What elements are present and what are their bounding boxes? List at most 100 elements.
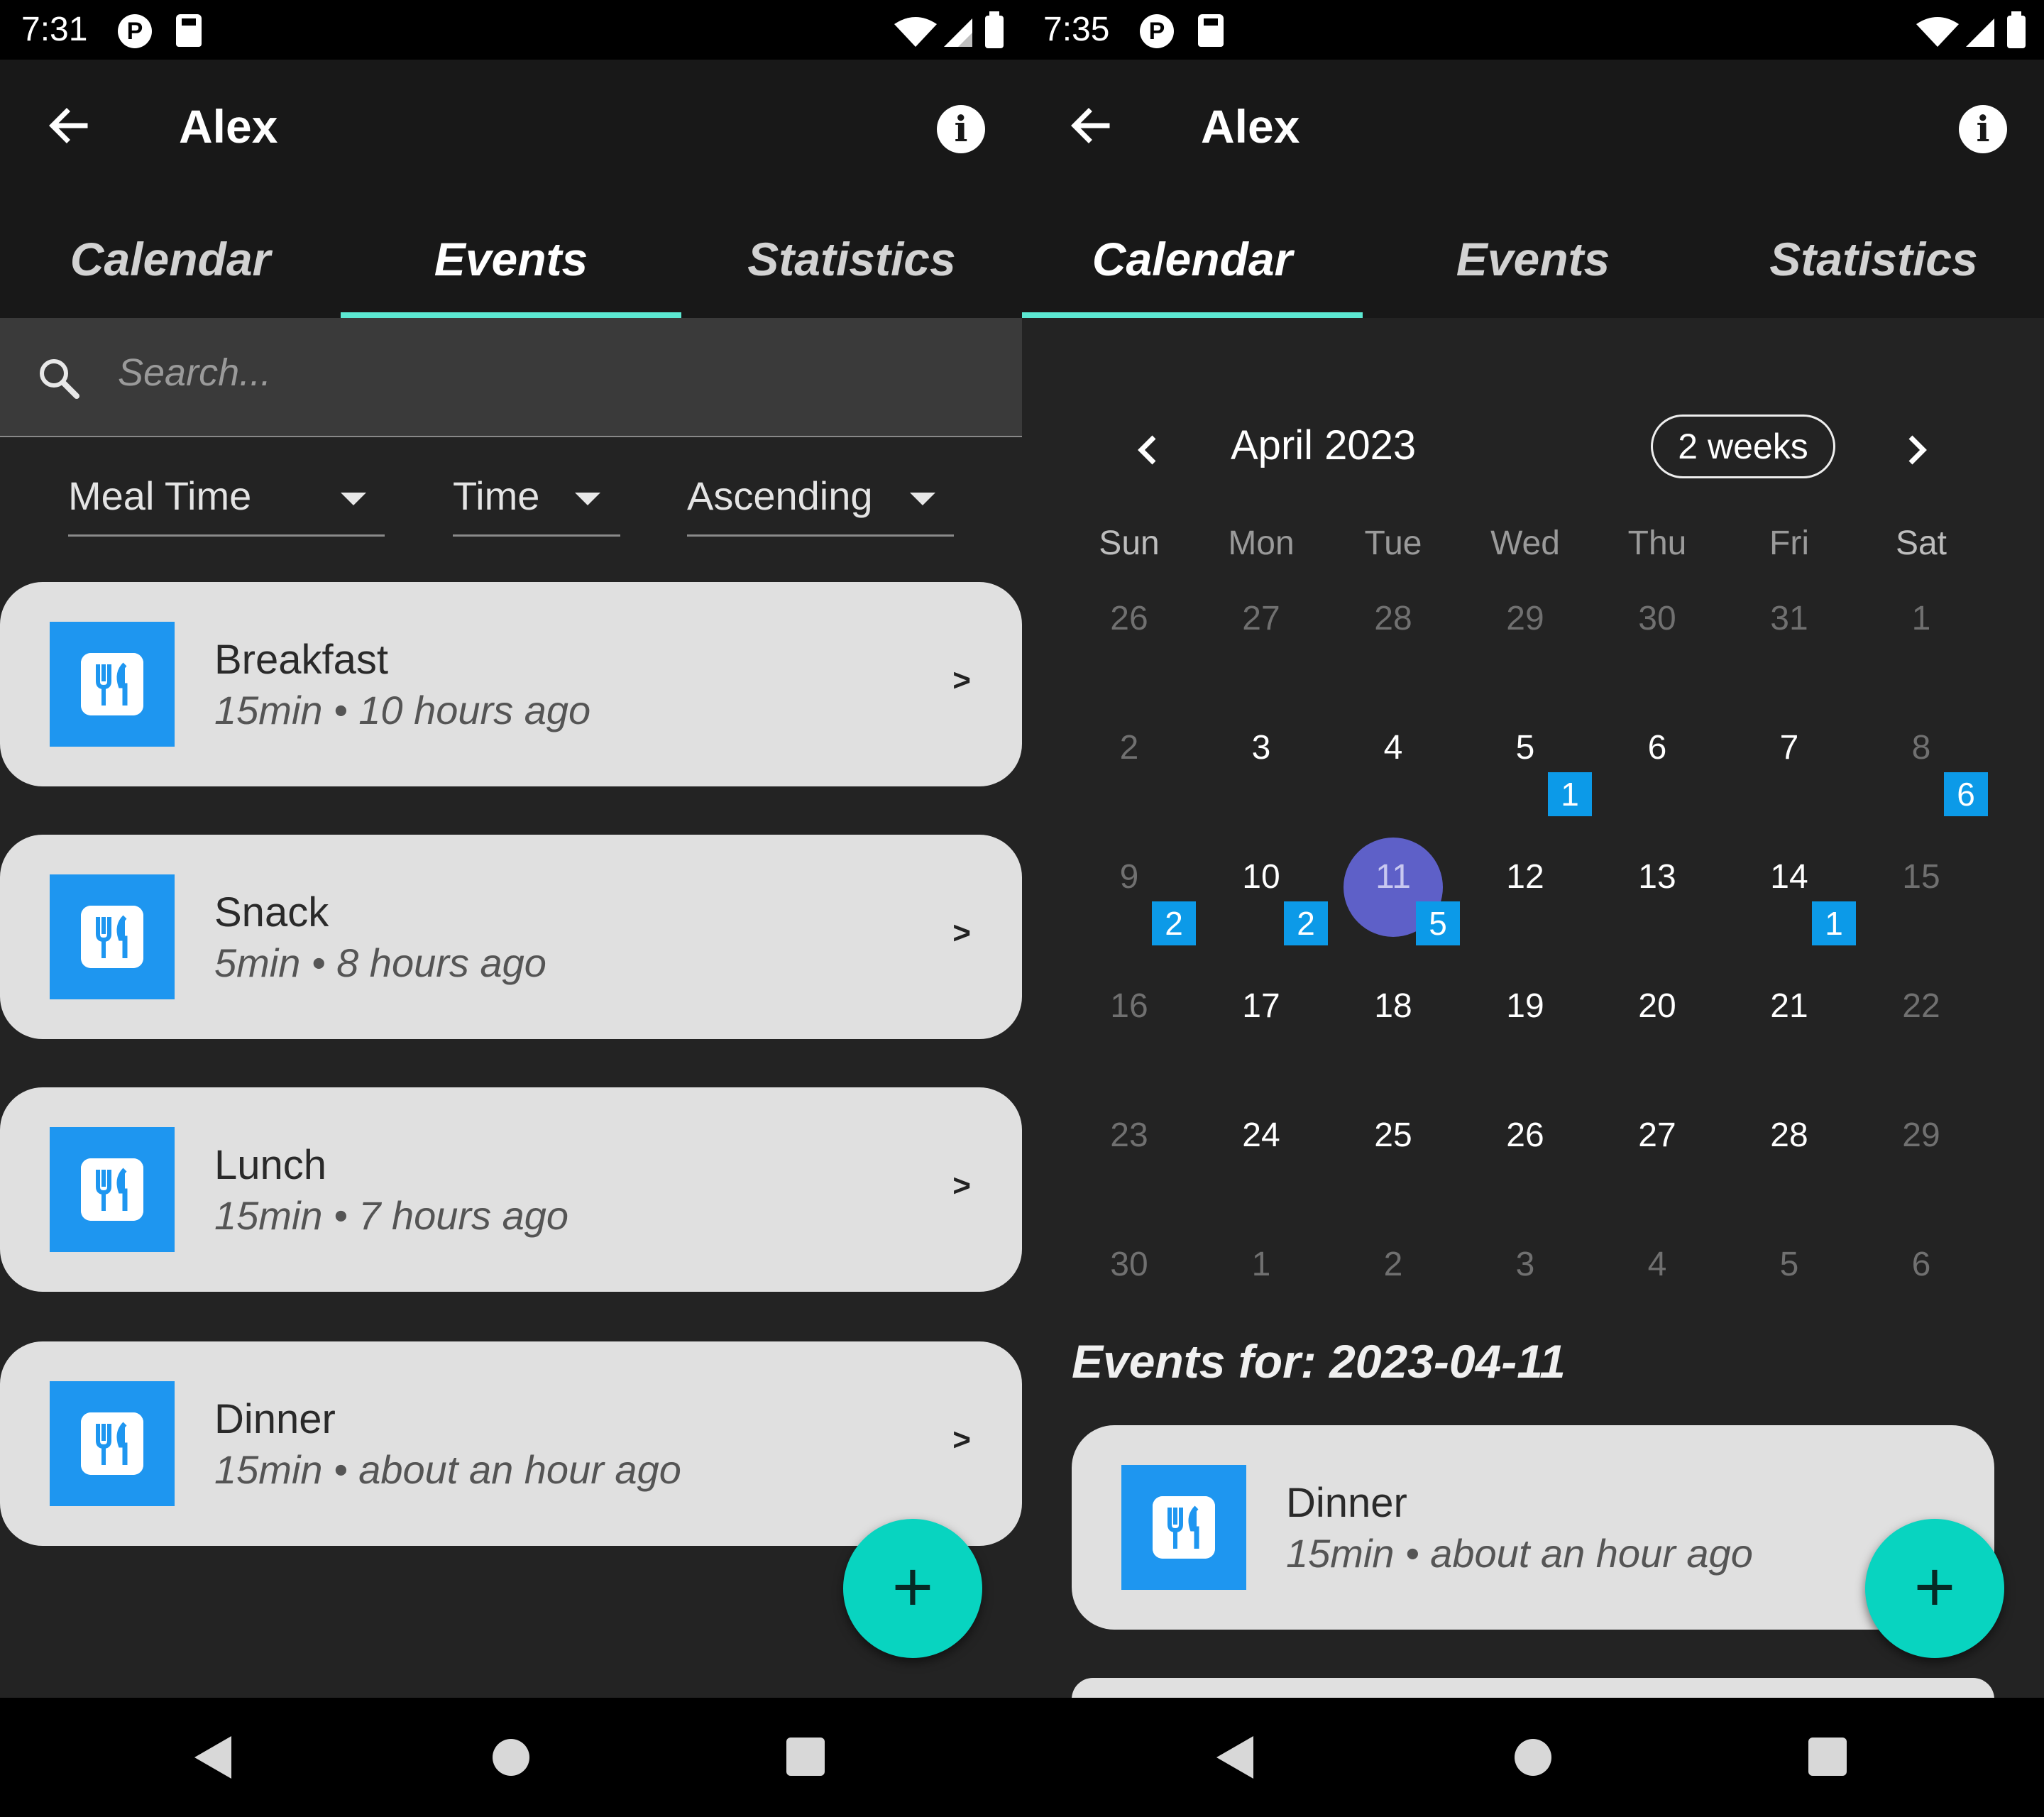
calendar-day[interactable]: 21 [1723, 987, 1855, 1026]
calendar-day[interactable]: 3 [1195, 728, 1327, 767]
event-name: Breakfast [214, 637, 388, 683]
calendar-day[interactable]: 5 [1723, 1245, 1855, 1284]
calendar-day[interactable]: 27 [1195, 599, 1327, 638]
calendar-day[interactable]: 4 [1327, 728, 1459, 767]
calendar-day[interactable]: 16 [1063, 987, 1195, 1026]
calendar-day[interactable]: 6 [1591, 728, 1723, 767]
calendar-day[interactable]: 8 [1855, 728, 1987, 767]
weekday-label: Sat [1895, 525, 1947, 562]
chevron-right-icon: > [952, 916, 971, 950]
calendar-day[interactable]: 11 [1327, 857, 1459, 896]
calendar-day[interactable]: 26 [1063, 599, 1195, 638]
calendar-day[interactable]: 7 [1723, 728, 1855, 767]
app-bar: Alex i Calendar Events Statistics [0, 60, 1022, 318]
event-meta: 15min • 10 hours ago [214, 688, 591, 732]
calendar-day[interactable]: 13 [1591, 857, 1723, 896]
calendar-day[interactable]: 6 [1855, 1245, 1987, 1284]
calendar-day[interactable]: 12 [1459, 857, 1591, 896]
status-time: 7:31 [21, 11, 88, 48]
triangle-back-icon[interactable] [1216, 1736, 1253, 1779]
calendar-day[interactable]: 17 [1195, 987, 1327, 1026]
back-arrow-icon[interactable] [1067, 103, 1113, 148]
calendar-day[interactable]: 1 [1855, 599, 1987, 638]
chevron-down-icon [341, 493, 366, 505]
calendar-format-button[interactable]: 2 weeks [1651, 415, 1835, 478]
event-card[interactable]: Dinner 15min • about an hour ago [1072, 1425, 1994, 1630]
calendar-day[interactable]: 28 [1327, 599, 1459, 638]
chevron-left-icon[interactable] [1127, 429, 1170, 471]
event-card[interactable]: Breakfast 15min • 10 hours ago > [0, 582, 1022, 786]
event-count-badge: 1 [1812, 901, 1856, 945]
calendar-day[interactable]: 1 [1195, 1245, 1327, 1284]
circle-home-icon[interactable] [1515, 1739, 1551, 1776]
status-time: 7:35 [1043, 11, 1110, 48]
calendar-day[interactable]: 18 [1327, 987, 1459, 1026]
calendar-day[interactable]: 15 [1855, 857, 1987, 896]
triangle-back-icon[interactable] [194, 1736, 231, 1779]
search-bar[interactable]: Search... [0, 318, 1022, 437]
calendar-day[interactable]: 27 [1591, 1116, 1723, 1155]
calendar-day[interactable]: 3 [1459, 1245, 1591, 1284]
square-recent-icon[interactable] [786, 1738, 825, 1776]
tab-statistics[interactable]: Statistics [681, 227, 1022, 317]
chevron-down-icon [910, 493, 935, 505]
calendar-day[interactable]: 22 [1855, 987, 1987, 1026]
app-bar: Alex i Calendar Events Statistics [1022, 60, 2044, 318]
calendar-day[interactable]: 9 [1063, 857, 1195, 896]
calendar-day[interactable]: 26 [1459, 1116, 1591, 1155]
calendar-day[interactable]: 20 [1591, 987, 1723, 1026]
calendar-day[interactable]: 5 [1459, 728, 1591, 767]
system-nav-bar [0, 1698, 1022, 1817]
event-card[interactable]: Dinner 15min • about an hour ago > [0, 1341, 1022, 1546]
event-count-badge: 2 [1284, 901, 1328, 945]
calendar-day[interactable]: 29 [1459, 599, 1591, 638]
tab-calendar[interactable]: Calendar [1022, 227, 1363, 317]
event-card[interactable]: Snack 5min • 8 hours ago > [0, 835, 1022, 1039]
info-icon[interactable]: i [1959, 105, 2007, 153]
calendar-day[interactable]: 14 [1723, 857, 1855, 896]
info-icon[interactable]: i [937, 105, 985, 153]
active-tab-indicator [341, 312, 681, 318]
calendar-day[interactable]: 30 [1591, 599, 1723, 638]
signal-battery-icons [1916, 11, 2026, 48]
add-event-button[interactable]: + [1865, 1519, 2004, 1658]
active-tab-indicator [1022, 312, 1363, 318]
meal-icon-box [50, 1381, 175, 1506]
sort-order-dropdown[interactable]: Ascending [687, 468, 954, 537]
page-title: Alex [1201, 100, 1300, 153]
calendar-day[interactable]: 25 [1327, 1116, 1459, 1155]
chevron-down-icon [575, 493, 600, 505]
sort-by-value: Time [453, 473, 540, 518]
sort-field-value: Meal Time [68, 473, 252, 518]
calendar-day[interactable]: 19 [1459, 987, 1591, 1026]
sort-field-dropdown[interactable]: Meal Time [68, 468, 385, 537]
chevron-right-icon[interactable] [1895, 429, 1938, 471]
calendar-day[interactable]: 23 [1063, 1116, 1195, 1155]
calendar-day[interactable]: 2 [1063, 728, 1195, 767]
square-recent-icon[interactable] [1808, 1738, 1847, 1776]
tab-events[interactable]: Events [341, 227, 681, 317]
status-bar: 7:31 P [0, 0, 1022, 60]
calendar-day[interactable]: 29 [1855, 1116, 1987, 1155]
calendar-day[interactable]: 28 [1723, 1116, 1855, 1155]
search-input[interactable]: Search... [118, 351, 271, 395]
tab-events[interactable]: Events [1363, 227, 1703, 317]
calendar-day[interactable]: 30 [1063, 1245, 1195, 1284]
calendar-day[interactable]: 4 [1591, 1245, 1723, 1284]
add-event-button[interactable]: + [843, 1519, 982, 1658]
calendar-day[interactable]: 24 [1195, 1116, 1327, 1155]
weekday-label: Thu [1627, 525, 1687, 562]
tab-statistics[interactable]: Statistics [1703, 227, 2044, 317]
calendar-day[interactable]: 2 [1327, 1245, 1459, 1284]
back-arrow-icon[interactable] [45, 103, 91, 148]
event-meta: 15min • about an hour ago [1286, 1531, 1753, 1576]
sort-by-dropdown[interactable]: Time [453, 468, 620, 537]
circle-home-icon[interactable] [493, 1739, 529, 1776]
tab-calendar[interactable]: Calendar [0, 227, 341, 317]
calendar-day[interactable]: 31 [1723, 599, 1855, 638]
event-card[interactable]: Lunch 15min • 7 hours ago > [0, 1087, 1022, 1292]
weekday-label: Sun [1099, 525, 1160, 562]
calendar-day[interactable]: 10 [1195, 857, 1327, 896]
meal-icon-box [50, 1127, 175, 1252]
sd-card-icon [1198, 14, 1224, 47]
